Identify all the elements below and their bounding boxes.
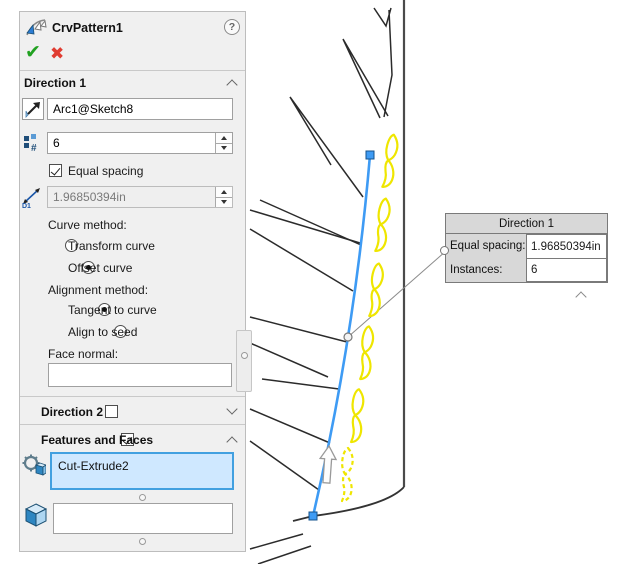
panel-edge-gripper[interactable] (236, 330, 252, 392)
face-normal-field[interactable] (48, 363, 232, 387)
curve-pattern-icon (25, 17, 47, 39)
callout-row: Instances: 6 (446, 258, 607, 282)
alignment-method-label: Alignment method: (48, 283, 148, 297)
callout-title: Direction 1 (446, 214, 607, 234)
pattern-preview-instance (369, 263, 383, 317)
curve-selection-icon (22, 98, 44, 120)
listbox-resize-handle[interactable] (139, 538, 146, 545)
transform-curve-label: Transform curve (68, 239, 155, 253)
features-listbox[interactable]: Cut-Extrude2 (50, 452, 234, 490)
features-icon (22, 454, 46, 478)
direction2-header[interactable]: Direction 2 (41, 405, 103, 419)
leader-attach-point[interactable] (344, 333, 352, 341)
callout-equal-spacing-label: Equal spacing: (446, 234, 526, 258)
svg-text:D1: D1 (22, 203, 31, 208)
callout-instances-label: Instances: (446, 258, 526, 282)
direction2-checkbox[interactable] (105, 405, 118, 418)
expand-direction2-icon[interactable] (226, 403, 237, 414)
instance-count-input[interactable] (48, 136, 215, 150)
pattern-preview-instance (360, 326, 373, 379)
pattern-preview-instance (375, 198, 390, 252)
faces-listbox[interactable] (53, 503, 233, 534)
collapse-features-faces-icon[interactable] (226, 436, 237, 447)
face-normal-input[interactable] (49, 368, 231, 382)
instance-count-field[interactable] (47, 132, 233, 154)
pattern-preview-instance (382, 134, 398, 188)
align-to-seed-label: Align to seed (68, 325, 137, 339)
property-manager-panel: CrvPattern1 ? ✔ ✖ Direction 1 # (19, 11, 246, 552)
divider (20, 70, 245, 71)
spacing-spinner[interactable] (215, 187, 232, 207)
pattern-preview-instance (351, 389, 364, 442)
help-icon[interactable]: ? (224, 19, 240, 35)
panel-title: CrvPattern1 (52, 21, 123, 35)
panel-gripper-dot[interactable] (241, 352, 248, 359)
cancel-button[interactable]: ✖ (50, 45, 64, 63)
face-normal-label: Face normal: (48, 347, 118, 361)
callout-leader-line (348, 251, 446, 337)
ok-button[interactable]: ✔ (25, 44, 41, 62)
curve-reference-input[interactable] (48, 102, 232, 116)
features-list-item[interactable]: Cut-Extrude2 (58, 459, 129, 473)
svg-text:#: # (31, 143, 37, 154)
curve-method-label: Curve method: (48, 218, 127, 232)
equal-spacing-checkbox[interactable] (49, 164, 62, 177)
direction1-header[interactable]: Direction 1 (24, 76, 86, 90)
divider (20, 396, 245, 397)
faces-icon (23, 502, 49, 528)
spacing-icon: D1 (21, 186, 43, 208)
curve-endpoint-bottom[interactable] (309, 512, 317, 520)
direction1-callout: Direction 1 Equal spacing: 1.96850394in … (445, 213, 608, 283)
instance-count-spinner[interactable] (215, 133, 232, 153)
spacing-input (48, 190, 215, 204)
tangent-to-curve-label: Tangent to curve (68, 303, 157, 317)
pattern-seed-instance (342, 448, 353, 501)
offset-curve-label: Offset curve (68, 261, 132, 275)
collapse-direction1-icon[interactable] (226, 79, 237, 90)
callout-instances-value[interactable]: 6 (526, 258, 607, 282)
callout-attach-point (440, 246, 449, 255)
callout-row: Equal spacing: 1.96850394in (446, 234, 607, 258)
instance-count-icon: # (23, 134, 43, 154)
curve-endpoint-top[interactable] (366, 151, 374, 159)
solidworks-graphics-area: CrvPattern1 ? ✔ ✖ Direction 1 # (0, 0, 632, 564)
spacing-field (47, 186, 233, 208)
callout-collapse-icon[interactable] (577, 290, 585, 304)
features-faces-header[interactable]: Features and Faces (41, 433, 153, 447)
divider (20, 424, 245, 425)
callout-equal-spacing-value[interactable]: 1.96850394in (526, 234, 607, 258)
curve-reference-field[interactable] (47, 98, 233, 120)
equal-spacing-label: Equal spacing (68, 164, 143, 178)
listbox-resize-handle[interactable] (139, 494, 146, 501)
